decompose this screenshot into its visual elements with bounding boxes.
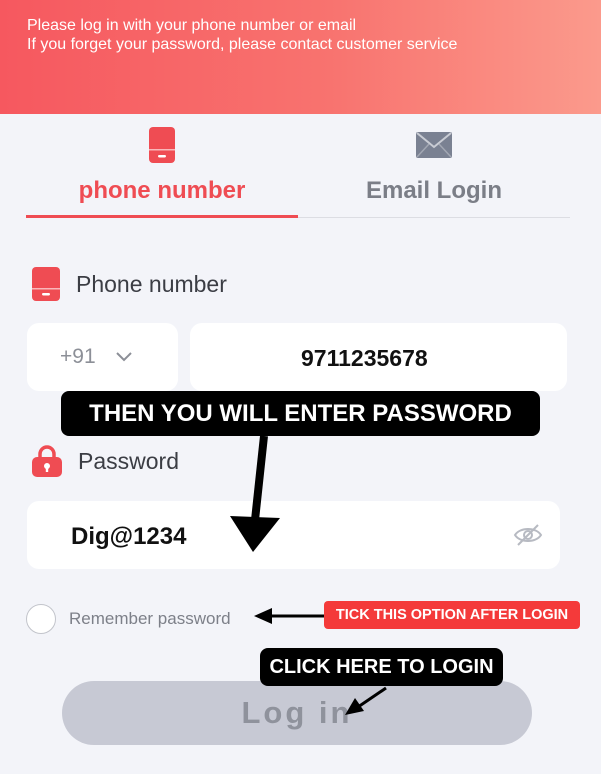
tab-email-login[interactable]: Email Login	[298, 114, 570, 218]
tab-email-label: Email Login	[365, 177, 502, 204]
login-button-label: Log in	[241, 695, 353, 730]
login-instruction-callout: CLICK HERE TO LOGIN	[260, 648, 503, 686]
password-value: Dig@1234	[71, 523, 187, 550]
password-instruction-callout: THEN YOU WILL ENTER PASSWORD	[61, 391, 540, 436]
info-banner: Please log in with your phone number or …	[0, 0, 601, 114]
phone-number-label: Phone number	[76, 270, 227, 297]
remember-password-option[interactable]: Remember password	[26, 604, 231, 634]
phone-icon	[32, 267, 60, 301]
remember-password-radio[interactable]	[26, 604, 56, 634]
tab-phone-number[interactable]: phone number	[26, 114, 298, 218]
phone-number-input[interactable]: 9711235678	[190, 323, 567, 391]
eye-off-icon[interactable]	[513, 523, 543, 547]
password-input[interactable]: Dig@1234	[27, 501, 560, 569]
active-tab-indicator	[26, 215, 298, 218]
country-code-select[interactable]: +91	[27, 323, 178, 391]
chevron-down-icon	[115, 352, 132, 362]
phone-number-value: 9711235678	[301, 345, 428, 371]
remember-instruction-callout: TICK THIS OPTION AFTER LOGIN	[324, 601, 580, 629]
tab-phone-label: phone number	[78, 177, 246, 204]
password-field-header: Password	[32, 445, 179, 477]
login-tabs: phone number Email Login	[26, 114, 570, 220]
mail-icon	[416, 132, 452, 158]
banner-line-2: If you forget your password, please cont…	[27, 36, 458, 53]
phone-field-header: Phone number	[32, 267, 227, 301]
login-button[interactable]: Log in	[62, 681, 532, 745]
banner-line-1: Please log in with your phone number or …	[27, 17, 357, 34]
remember-password-label: Remember password	[69, 609, 231, 628]
password-label: Password	[78, 447, 179, 474]
country-code-value: +91	[60, 345, 96, 368]
phone-icon	[149, 127, 175, 163]
lock-icon	[32, 445, 62, 477]
arrow-to-remember-head	[254, 608, 272, 624]
